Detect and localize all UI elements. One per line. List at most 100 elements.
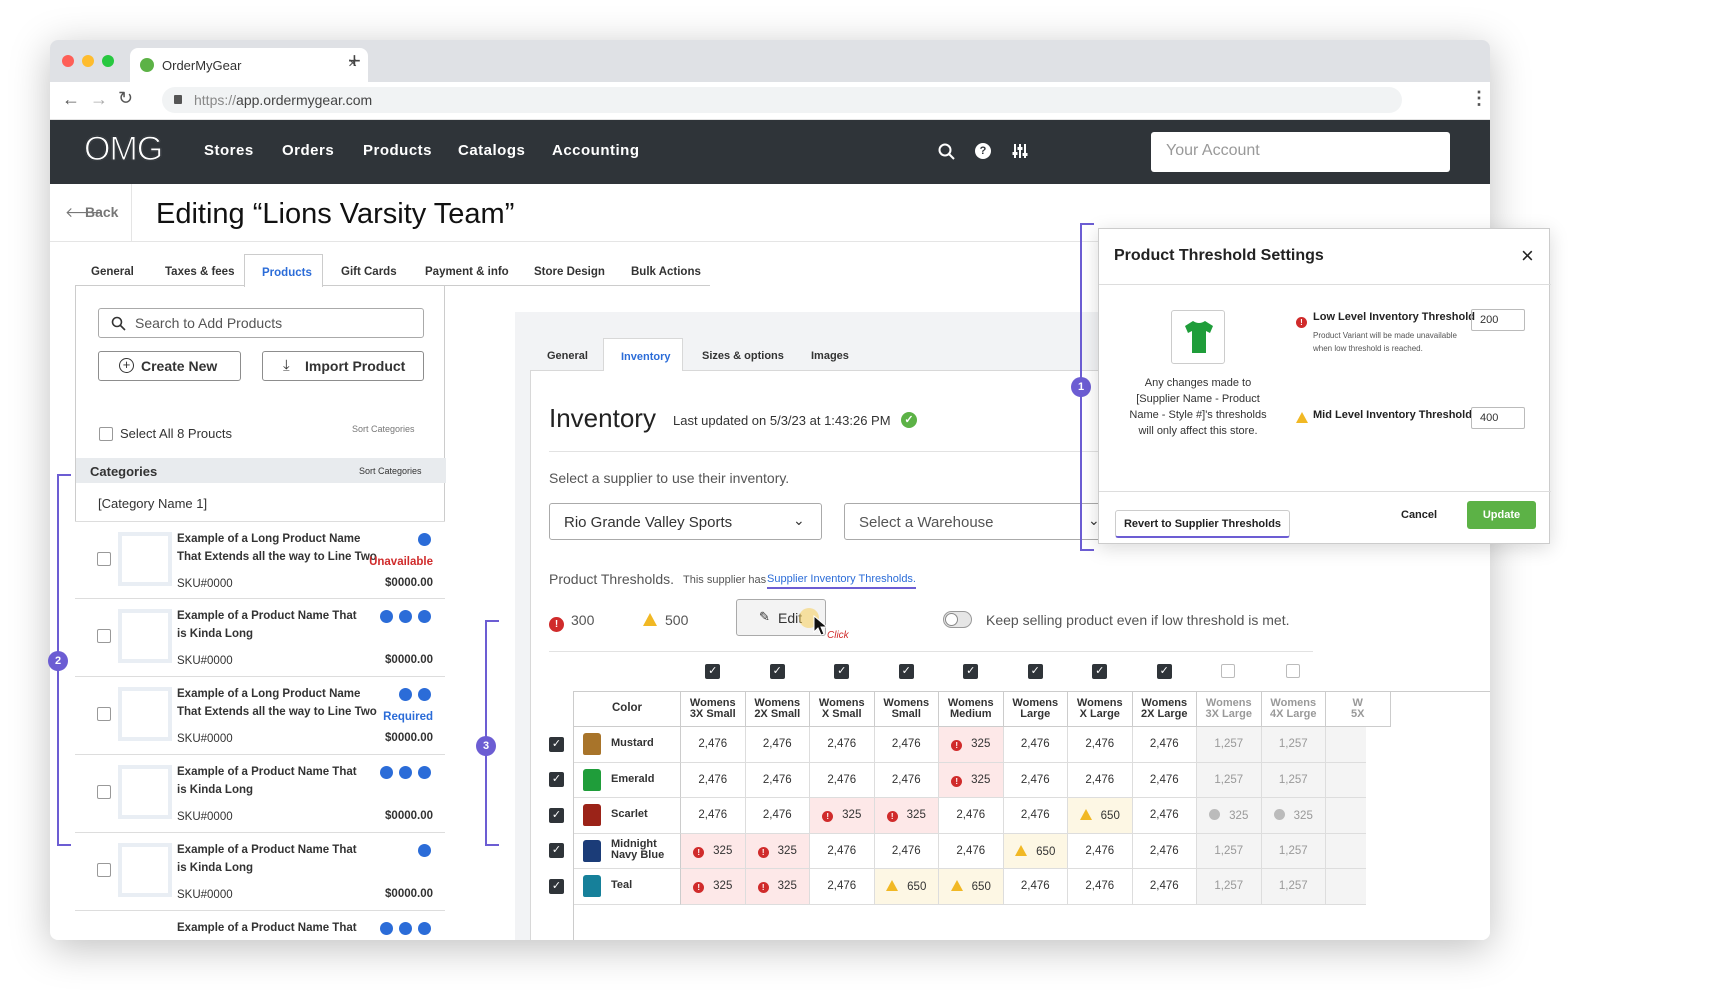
inventory-cell[interactable]: ! 325: [681, 869, 746, 905]
inventory-cell[interactable]: ! 325: [745, 869, 810, 905]
nav-stores[interactable]: Stores: [204, 142, 254, 159]
inventory-cell[interactable]: 2,476: [810, 833, 875, 869]
filters-icon[interactable]: [1012, 143, 1028, 159]
list-item[interactable]: Example of a Long Product Name That Exte…: [75, 521, 445, 599]
product-checkbox[interactable]: [97, 863, 111, 877]
inventory-cell[interactable]: 1,257: [1197, 727, 1262, 763]
reload-icon[interactable]: ↻: [118, 88, 133, 109]
column-select-checkbox[interactable]: ✓: [1092, 664, 1108, 679]
sort-categories-link-top[interactable]: Sort Categories: [352, 424, 415, 434]
inventory-cell[interactable]: 325: [1197, 798, 1262, 834]
omg-logo[interactable]: OMG: [83, 130, 163, 169]
inventory-cell[interactable]: 2,476: [681, 798, 746, 834]
mid-level-input[interactable]: 400: [1471, 407, 1525, 429]
column-select-checkbox[interactable]: ✓: [1156, 664, 1172, 679]
nav-products[interactable]: Products: [363, 142, 432, 159]
column-select-checkbox[interactable]: ✓: [769, 664, 785, 679]
inventory-cell[interactable]: 2,476: [1003, 798, 1068, 834]
list-item[interactable]: Example of a Product Name That is Kinda …: [75, 833, 445, 911]
product-tab-inventory[interactable]: Inventory: [603, 338, 683, 372]
keep-selling-toggle[interactable]: [943, 611, 972, 628]
back-arrow-icon[interactable]: ←: [62, 89, 80, 110]
url-field[interactable]: https://app.ordermygear.com: [162, 87, 1402, 113]
column-select-checkbox[interactable]: ✓: [1027, 664, 1043, 679]
inventory-cell[interactable]: ! 325: [810, 798, 875, 834]
supplier-select[interactable]: Rio Grande Valley Sports ⌄: [549, 503, 822, 540]
inventory-cell[interactable]: 2,476: [1068, 762, 1133, 798]
inventory-cell[interactable]: ! 325: [939, 727, 1004, 763]
close-icon[interactable]: ×: [1521, 243, 1534, 269]
list-item[interactable]: Example of a Long Product Name That Exte…: [75, 677, 445, 755]
supplier-thresholds-link[interactable]: Supplier Inventory Thresholds.: [767, 573, 916, 589]
store-tab-taxes[interactable]: Taxes & fees: [165, 266, 234, 278]
inventory-cell[interactable]: 2,476: [810, 869, 875, 905]
search-icon[interactable]: [938, 143, 956, 161]
select-all-checkbox[interactable]: [99, 427, 113, 441]
inventory-cell[interactable]: 2,476: [1132, 798, 1197, 834]
column-select-checkbox[interactable]: ✓: [898, 664, 914, 679]
inventory-cell[interactable]: 1,257: [1197, 762, 1262, 798]
column-select-checkbox[interactable]: [1285, 664, 1300, 678]
product-tab-images[interactable]: Images: [811, 350, 849, 362]
inventory-cell[interactable]: 2,476: [810, 762, 875, 798]
store-tab-gift-cards[interactable]: Gift Cards: [341, 266, 397, 278]
inventory-cell[interactable]: 2,476: [1003, 727, 1068, 763]
new-tab-icon[interactable]: +: [348, 48, 361, 74]
minimize-window-icon[interactable]: [82, 55, 94, 67]
nav-accounting[interactable]: Accounting: [552, 142, 640, 159]
inventory-cell[interactable]: 2,476: [874, 762, 939, 798]
inventory-cell[interactable]: 2,476: [1003, 762, 1068, 798]
inventory-cell[interactable]: 1,257: [1261, 762, 1326, 798]
inventory-cell[interactable]: 2,476: [1132, 727, 1197, 763]
product-checkbox[interactable]: [97, 785, 111, 799]
column-select-checkbox[interactable]: ✓: [705, 664, 721, 679]
inventory-cell[interactable]: ! 325: [874, 798, 939, 834]
inventory-cell[interactable]: 2,476: [1068, 727, 1133, 763]
import-product-button[interactable]: ⤓ Import Product: [262, 351, 424, 381]
inventory-cell[interactable]: 2,476: [1132, 833, 1197, 869]
product-checkbox[interactable]: [97, 707, 111, 721]
help-icon[interactable]: ?: [975, 143, 991, 159]
inventory-cell[interactable]: 2,476: [745, 798, 810, 834]
row-select-checkbox[interactable]: ✓: [549, 878, 564, 894]
nav-catalogs[interactable]: Catalogs: [458, 142, 525, 159]
inventory-cell[interactable]: 1,257: [1261, 869, 1326, 905]
list-item[interactable]: Example of a Product Name That is Kinda …: [75, 599, 445, 677]
column-select-checkbox[interactable]: ✓: [963, 664, 979, 679]
row-select-checkbox[interactable]: ✓: [549, 843, 564, 859]
inventory-cell[interactable]: 2,476: [1132, 762, 1197, 798]
revert-thresholds-button[interactable]: Revert to Supplier Thresholds: [1115, 510, 1290, 538]
inventory-cell[interactable]: 2,476: [1003, 869, 1068, 905]
inventory-cell[interactable]: 325: [1261, 798, 1326, 834]
account-field[interactable]: Your Account: [1151, 132, 1450, 172]
search-products-input[interactable]: Search to Add Products: [98, 308, 424, 338]
product-tab-general[interactable]: General: [547, 350, 588, 362]
cancel-button[interactable]: Cancel: [1401, 509, 1437, 521]
browser-menu-icon[interactable]: ⋮: [1470, 88, 1488, 109]
store-tab-store-design[interactable]: Store Design: [534, 266, 605, 278]
inventory-cell[interactable]: 2,476: [874, 727, 939, 763]
inventory-cell[interactable]: 2,476: [1068, 869, 1133, 905]
nav-orders[interactable]: Orders: [282, 142, 334, 159]
inventory-cell[interactable]: ! 325: [745, 833, 810, 869]
inventory-cell[interactable]: 650: [1003, 833, 1068, 869]
inventory-cell[interactable]: 650: [874, 869, 939, 905]
inventory-cell[interactable]: 2,476: [810, 727, 875, 763]
column-select-checkbox[interactable]: [1221, 664, 1236, 678]
list-item[interactable]: Example of a Product Name That is: [75, 911, 445, 940]
inventory-cell[interactable]: 2,476: [745, 762, 810, 798]
browser-tab[interactable]: OrderMyGear ×: [130, 48, 368, 82]
inventory-cell[interactable]: 2,476: [1068, 833, 1133, 869]
inventory-cell[interactable]: 2,476: [874, 833, 939, 869]
inventory-cell[interactable]: 2,476: [681, 762, 746, 798]
product-checkbox[interactable]: [97, 552, 111, 566]
create-new-button[interactable]: + Create New: [98, 351, 241, 381]
column-select-checkbox[interactable]: ✓: [834, 664, 850, 679]
inventory-cell[interactable]: 2,476: [745, 727, 810, 763]
sort-categories-link[interactable]: Sort Categories: [359, 466, 422, 476]
product-checkbox[interactable]: [97, 629, 111, 643]
inventory-cell[interactable]: 1,257: [1261, 833, 1326, 869]
inventory-cell[interactable]: 650: [1068, 798, 1133, 834]
row-select-checkbox[interactable]: ✓: [549, 736, 564, 752]
inventory-cell[interactable]: ! 325: [939, 762, 1004, 798]
